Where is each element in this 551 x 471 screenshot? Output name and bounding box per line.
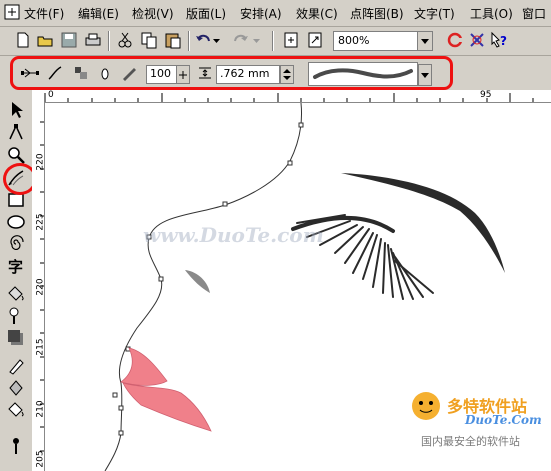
brand-slogan: 国内最安全的软件站	[421, 435, 520, 448]
menu-edit[interactable]: 编辑(E)	[78, 5, 119, 22]
toolbox: 字	[0, 90, 33, 471]
menu-view[interactable]: 检视(V)	[132, 5, 174, 22]
property-bar-highlight	[10, 56, 453, 90]
vertical-ruler: 220 225 220 215 210 205	[32, 102, 46, 471]
nostril-shape	[185, 270, 210, 293]
redo-dropdown-icon[interactable]	[252, 31, 270, 49]
new-doc-icon[interactable]	[14, 31, 32, 49]
zoom-tool-icon[interactable]	[6, 145, 26, 165]
pick-tool-icon[interactable]	[6, 100, 26, 120]
menu-window[interactable]: 窗口	[522, 5, 546, 22]
cut-icon[interactable]	[116, 31, 134, 49]
svg-text:?: ?	[500, 34, 507, 48]
menu-bitmaps[interactable]: 点阵图(B)	[350, 5, 404, 22]
copy-icon[interactable]	[140, 31, 158, 49]
application-launcher-icon[interactable]	[446, 31, 464, 49]
redo-icon[interactable]	[232, 31, 250, 49]
shape-tool-icon[interactable]	[6, 123, 26, 143]
fill-tool-icon[interactable]	[6, 378, 26, 398]
svg-text:字: 字	[8, 258, 23, 276]
app-menu-icon[interactable]	[4, 4, 20, 23]
menu-bar: 文件(F) 编辑(E) 检视(V) 版面(L) 安排(A) 效果(C) 点阵图(…	[0, 0, 551, 27]
spiral-tool-icon[interactable]	[6, 234, 26, 254]
ruler-label: 0	[48, 90, 54, 100]
ellipse-tool-icon[interactable]	[6, 212, 26, 232]
save-icon[interactable]	[60, 31, 78, 49]
interactive-tool-icon[interactable]	[6, 436, 26, 456]
whats-this-icon[interactable]: ?	[490, 31, 508, 49]
chevron-down-icon[interactable]	[417, 32, 432, 50]
menu-file[interactable]: 文件(F)	[24, 5, 64, 22]
center-watermark: www.DuoTe.com	[143, 223, 324, 247]
lower-lip-shape	[122, 382, 212, 432]
eyebrow-stroke	[341, 173, 505, 273]
zoom-level-select[interactable]: 800%	[333, 31, 433, 51]
menu-text[interactable]: 文字(T)	[414, 5, 455, 22]
undo-icon[interactable]	[194, 31, 212, 49]
standard-toolbar: 800% ?	[0, 27, 551, 56]
brand-logo-en: DuoTe.Com	[465, 413, 542, 427]
menu-layout[interactable]: 版面(L)	[186, 5, 226, 22]
menu-tools[interactable]: 工具(O)	[470, 5, 513, 22]
interactive-fill-tool-icon[interactable]	[6, 284, 26, 304]
outline-tool-icon[interactable]	[6, 356, 26, 376]
eyedropper-tool-icon[interactable]	[6, 306, 26, 326]
interactive-shadow-tool-icon[interactable]	[6, 328, 26, 348]
export-icon[interactable]	[306, 31, 324, 49]
menu-effects[interactable]: 效果(C)	[296, 5, 338, 22]
horizontal-ruler: 0 95	[32, 90, 551, 103]
paste-icon[interactable]	[164, 31, 182, 49]
drawing-canvas[interactable]: www.DuoTe.com 多特软件站 DuoTe.Com 国内最安全的软件站	[45, 103, 551, 471]
text-tool-icon[interactable]: 字	[6, 256, 26, 276]
print-icon[interactable]	[84, 31, 102, 49]
corel-online-icon[interactable]	[468, 31, 486, 49]
menu-arrange[interactable]: 安排(A)	[240, 5, 282, 22]
bucket-fill-tool-icon[interactable]	[6, 400, 26, 420]
import-icon[interactable]	[282, 31, 300, 49]
undo-dropdown-icon[interactable]	[212, 31, 230, 49]
zoom-level-value: 800%	[338, 34, 370, 47]
duote-mascot-icon	[409, 389, 443, 423]
upper-lip-shape	[120, 347, 168, 386]
ruler-label: 95	[480, 90, 492, 100]
open-icon[interactable]	[36, 31, 54, 49]
